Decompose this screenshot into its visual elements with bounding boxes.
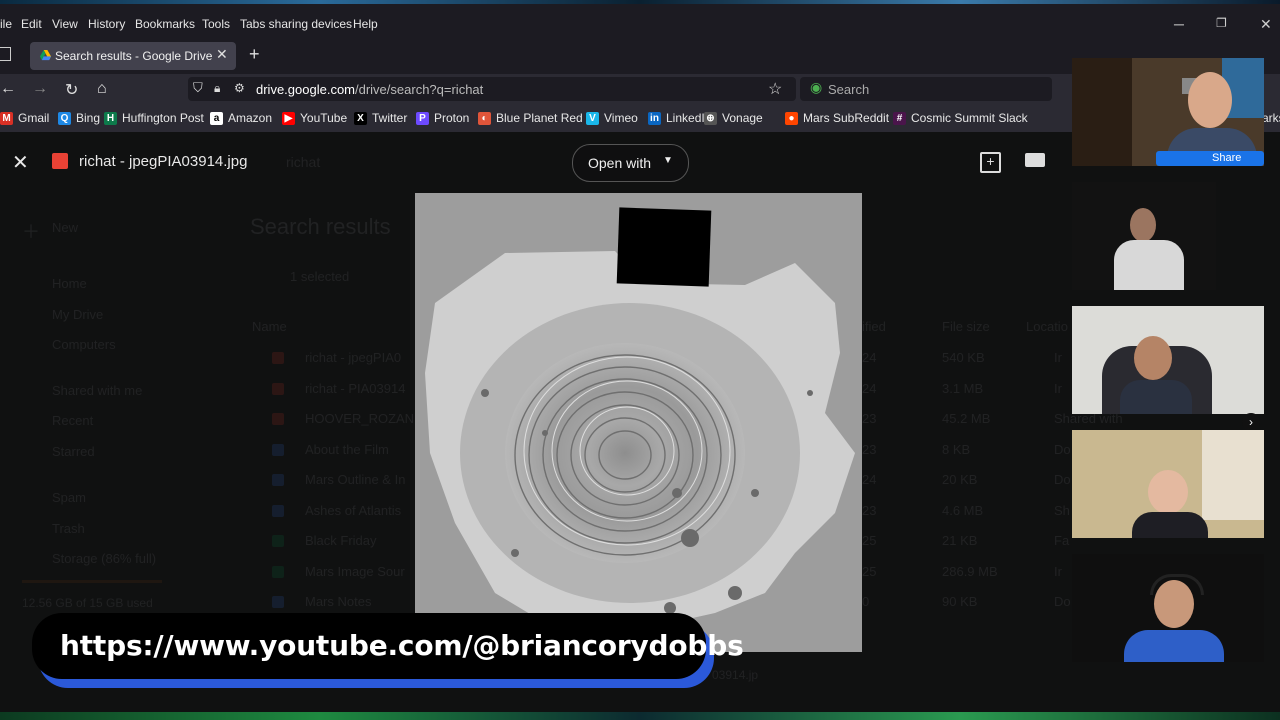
- bookmark-item[interactable]: in LinkedIn: [648, 111, 711, 125]
- video-tile-3: [1072, 306, 1264, 414]
- url-text[interactable]: drive.google.com/drive/search?q=richat: [256, 82, 483, 97]
- bookmark-item[interactable]: ▶ YouTube: [282, 111, 347, 125]
- bookmark-label: Vimeo: [604, 111, 638, 125]
- search-input[interactable]: Search: [828, 82, 869, 97]
- bookmark-item[interactable]: ⊕ Vonage: [704, 111, 763, 125]
- video-tile-5: [1072, 554, 1264, 662]
- participant-3-body: [1120, 380, 1192, 414]
- bookmark-label: Bing: [76, 111, 101, 125]
- participant-4-face: [1148, 470, 1188, 514]
- print-icon[interactable]: [1025, 153, 1045, 167]
- bottom-glow-strip: [0, 712, 1280, 720]
- bookmark-label: Amazon: [228, 111, 273, 125]
- participant-1-face: [1188, 72, 1232, 128]
- bookmark-label: Vonage: [722, 111, 763, 125]
- tab-close-icon[interactable]: ✕: [216, 46, 228, 63]
- bookmark-item[interactable]: Q Bing: [58, 111, 100, 125]
- image-file-icon: [52, 153, 68, 169]
- bookmark-favicon-icon: V: [586, 111, 599, 125]
- caret-down-icon[interactable]: ▼: [663, 155, 673, 166]
- bookmark-label: YouTube: [300, 111, 348, 125]
- open-with-label[interactable]: Open with: [588, 155, 651, 171]
- participant-5-body: [1124, 630, 1224, 662]
- back-icon[interactable]: ←: [0, 80, 16, 98]
- home-icon[interactable]: ⌂: [97, 80, 107, 98]
- bookmark-item[interactable]: M Gmail: [0, 111, 49, 125]
- bookmark-favicon-icon: Q: [58, 111, 71, 125]
- window-blinds: [1202, 430, 1264, 520]
- url-path: /drive/search?q=richat: [355, 82, 484, 97]
- bookmark-item[interactable]: V Vimeo: [586, 111, 638, 125]
- participant-2-body: [1114, 240, 1184, 290]
- bookmark-item[interactable]: ◐ Blue Planet Red: [478, 111, 583, 125]
- url-host: drive.google.com: [256, 82, 355, 97]
- window-close-icon[interactable]: ✕: [1260, 16, 1272, 33]
- permissions-icon[interactable]: ⚙: [234, 81, 245, 95]
- video-tile-4: [1072, 430, 1264, 538]
- bookmark-label: Blue Planet Red: [496, 111, 583, 125]
- bookmark-label: Proton: [434, 111, 470, 125]
- bookmark-favicon-icon: H: [104, 111, 117, 125]
- forward-icon[interactable]: →: [32, 80, 48, 98]
- menu-tabs-sharing[interactable]: Tabs sharing devices: [240, 17, 352, 31]
- search-engine-icon[interactable]: ◉: [810, 79, 822, 96]
- menu-edit[interactable]: Edit: [21, 17, 42, 31]
- bookmark-favicon-icon: #: [893, 111, 906, 125]
- google-drive-icon: [40, 50, 51, 61]
- bookmark-item[interactable]: a Amazon: [210, 111, 272, 125]
- viewer-filename: richat - jpegPIA03914.jpg: [79, 153, 248, 170]
- participant-4-body: [1132, 512, 1208, 538]
- add-shortcut-icon[interactable]: +: [980, 152, 1001, 173]
- menu-file[interactable]: ile: [0, 17, 12, 31]
- bookmark-label: Huffington Post: [122, 111, 204, 125]
- menu-view[interactable]: View: [52, 17, 78, 31]
- bookmark-favicon-icon: in: [648, 111, 661, 125]
- video-tile-2: [1072, 182, 1216, 290]
- headset-icon: [1150, 574, 1204, 595]
- share-label: Share: [1212, 152, 1242, 164]
- bookmark-label: Twitter: [372, 111, 408, 125]
- tab-list-icon[interactable]: [0, 47, 11, 61]
- menu-history[interactable]: History: [88, 17, 125, 31]
- menu-bookmarks[interactable]: Bookmarks: [135, 17, 195, 31]
- bookmark-star-icon[interactable]: ☆: [768, 79, 782, 99]
- menu-bar: ile Edit View History Bookmarks Tools Ta…: [0, 4, 1280, 38]
- bookmark-favicon-icon: M: [0, 111, 13, 125]
- mars-crater-image: [415, 193, 862, 652]
- viewer-close-icon[interactable]: ✕: [12, 150, 29, 175]
- minimize-icon[interactable]: ─: [1174, 16, 1184, 32]
- bookmarks-overflow[interactable]: arks: [1262, 111, 1280, 125]
- bookmark-favicon-icon: a: [210, 111, 223, 125]
- menu-help[interactable]: Help: [353, 17, 378, 31]
- restore-icon[interactable]: ❐: [1216, 16, 1227, 30]
- menu-tools[interactable]: Tools: [202, 17, 230, 31]
- new-tab-button[interactable]: +: [249, 44, 260, 65]
- bookmark-item[interactable]: H Huffington Post: [104, 111, 204, 125]
- shield-icon[interactable]: ⛉: [193, 80, 203, 96]
- bookmark-label: Mars SubReddit: [803, 111, 890, 125]
- bookmark-item[interactable]: # Cosmic Summit Slack: [893, 111, 1028, 125]
- tab-title: Search results - Google Drive: [55, 49, 213, 63]
- lock-icon[interactable]: 🔒︎: [214, 81, 220, 96]
- video-tile-1: Share: [1072, 58, 1264, 166]
- bookmark-favicon-icon: P: [416, 111, 429, 125]
- share-button-peek: [1156, 151, 1264, 166]
- bookmark-favicon-icon: ●: [785, 111, 798, 125]
- bookmark-favicon-icon: ◐: [478, 111, 491, 125]
- youtube-url: https://www.youtube.com/@briancorydobbs: [60, 629, 744, 662]
- participant-2-face: [1130, 208, 1156, 242]
- bookmark-item[interactable]: P Proton: [416, 111, 469, 125]
- bookmark-label: Gmail: [18, 111, 50, 125]
- bookshelf: [1072, 58, 1132, 166]
- reload-icon[interactable]: ↻: [65, 80, 78, 100]
- bookmark-item[interactable]: ● Mars SubReddit: [785, 111, 889, 125]
- participant-3-face: [1134, 336, 1172, 380]
- bookmark-label: Cosmic Summit Slack: [911, 111, 1028, 125]
- bookmark-favicon-icon: ▶: [282, 111, 295, 125]
- bookmark-favicon-icon: ⊕: [704, 111, 717, 125]
- bookmark-favicon-icon: X: [354, 111, 367, 125]
- bookmark-item[interactable]: X Twitter: [354, 111, 407, 125]
- next-tiles-icon[interactable]: ›: [1242, 413, 1260, 431]
